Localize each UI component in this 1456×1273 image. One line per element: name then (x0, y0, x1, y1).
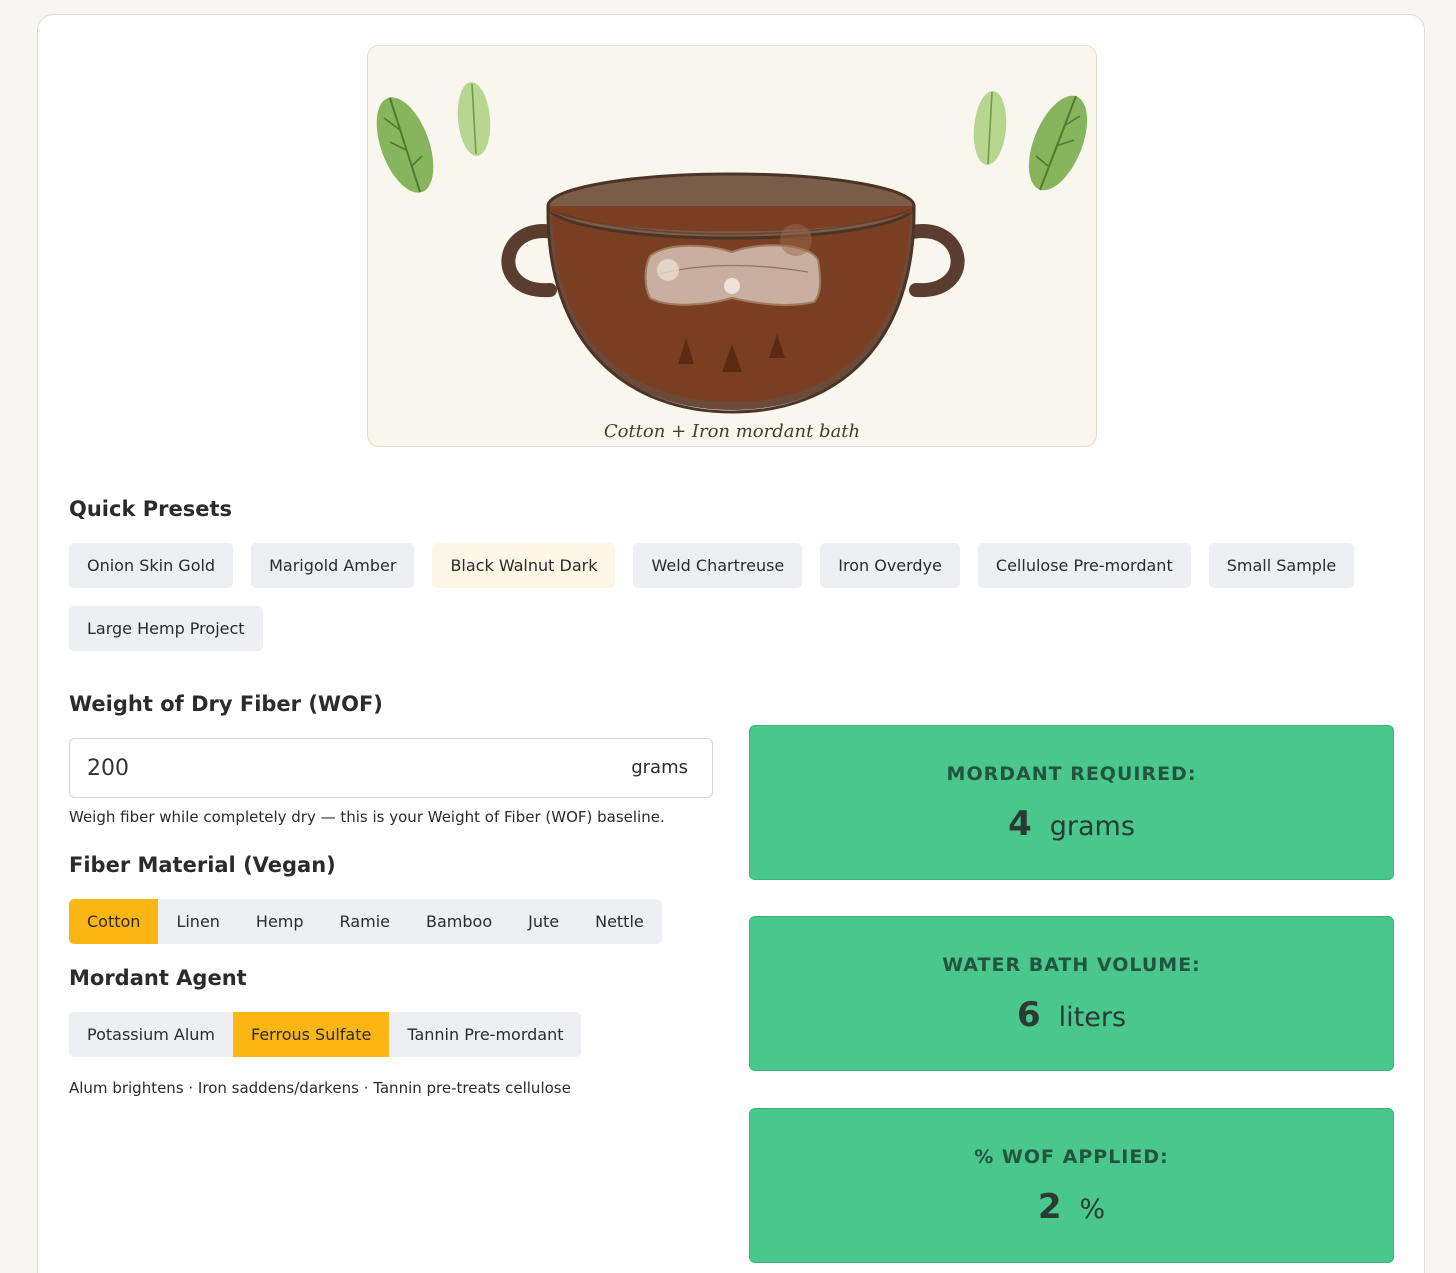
quick-presets: Onion Skin Gold Marigold Amber Black Wal… (69, 543, 1409, 651)
mordant-required-card: MORDANT REQUIRED: 4 grams (749, 725, 1394, 880)
preset-iron-overdye[interactable]: Iron Overdye (820, 543, 960, 588)
water-bath-volume-card: WATER BATH VOLUME: 6 liters (749, 916, 1394, 1071)
calculator-card: Cotton + Iron mordant bath Quick Presets… (37, 14, 1425, 1273)
preset-marigold-amber[interactable]: Marigold Amber (251, 543, 415, 588)
weight-hint: Weigh fiber while completely dry — this … (69, 808, 665, 826)
preset-onion-skin-gold[interactable]: Onion Skin Gold (69, 543, 234, 588)
wof-applied-label: % WOF APPLIED: (974, 1146, 1169, 1168)
weight-field: grams (69, 738, 713, 798)
leaf-icon (973, 91, 1007, 165)
weight-input[interactable] (87, 739, 567, 797)
illustration-caption: Cotton + Iron mordant bath (603, 421, 861, 442)
fiber-title: Fiber Material (Vegan) (69, 853, 336, 877)
preset-small-sample[interactable]: Small Sample (1208, 543, 1355, 588)
mordant-required-value: 4 (1008, 804, 1032, 844)
mordant-option-potassium-alum[interactable]: Potassium Alum (69, 1012, 233, 1057)
fiber-selector: Cotton Linen Hemp Ramie Bamboo Jute Nett… (69, 899, 662, 944)
fiber-option-bamboo[interactable]: Bamboo (408, 899, 510, 944)
wof-applied-card: % WOF APPLIED: 2 % (749, 1108, 1394, 1263)
wof-applied-unit: % (1079, 1194, 1106, 1225)
fiber-option-jute[interactable]: Jute (510, 899, 577, 944)
preset-cellulose-pre-mordant[interactable]: Cellulose Pre-mordant (977, 543, 1191, 588)
weight-title: Weight of Dry Fiber (WOF) (69, 692, 383, 716)
preset-weld-chartreuse[interactable]: Weld Chartreuse (633, 543, 803, 588)
fiber-option-nettle[interactable]: Nettle (577, 899, 662, 944)
mordant-selector: Potassium Alum Ferrous Sulfate Tannin Pr… (69, 1012, 582, 1057)
preset-large-hemp-project[interactable]: Large Hemp Project (69, 606, 263, 651)
mordant-option-tannin-pre-mordant[interactable]: Tannin Pre-mordant (389, 1012, 581, 1057)
leaf-icon (376, 97, 434, 193)
mordant-hint: Alum brightens · Iron saddens/darkens · … (69, 1079, 571, 1097)
dye-bath-illustration: Cotton + Iron mordant bath (367, 45, 1097, 447)
water-bath-volume-unit: liters (1058, 1002, 1127, 1033)
preset-black-walnut-dark[interactable]: Black Walnut Dark (432, 543, 616, 588)
leaf-icon (1028, 95, 1088, 191)
quick-presets-title: Quick Presets (69, 497, 232, 521)
dye-pot-drawing (376, 82, 1088, 414)
mordant-required-unit: grams (1049, 811, 1135, 842)
mordant-option-ferrous-sulfate[interactable]: Ferrous Sulfate (233, 1012, 390, 1057)
fiber-option-cotton[interactable]: Cotton (69, 899, 159, 944)
mordant-title: Mordant Agent (69, 966, 247, 990)
fiber-option-ramie[interactable]: Ramie (322, 899, 408, 944)
fiber-option-hemp[interactable]: Hemp (238, 899, 322, 944)
water-bath-volume-label: WATER BATH VOLUME: (942, 954, 1201, 976)
water-bath-volume-value: 6 (1016, 995, 1041, 1035)
fiber-option-linen[interactable]: Linen (158, 899, 237, 944)
wof-applied-value: 2 (1037, 1187, 1062, 1227)
leaf-icon (457, 82, 491, 156)
mordant-required-label: MORDANT REQUIRED: (946, 763, 1197, 785)
weight-unit: grams (631, 757, 688, 778)
